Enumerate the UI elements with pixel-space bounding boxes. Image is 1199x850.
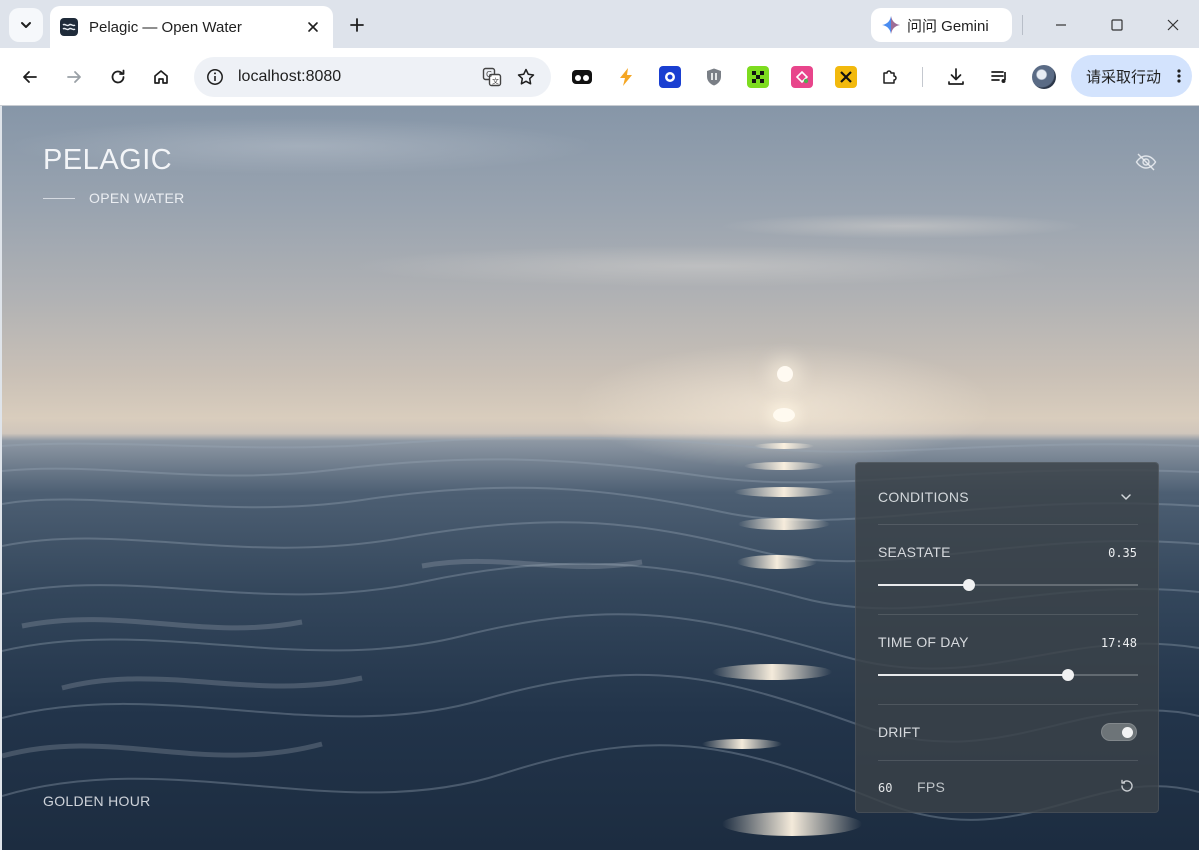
tab-strip: Pelagic — Open Water 问问 Gemini [0,0,1199,48]
fps-value: 60 [878,781,893,795]
media-queue-icon[interactable] [989,66,1011,88]
reset-icon[interactable] [1118,777,1136,795]
browser-toolbar: localhost:8080 G文 [0,48,1199,106]
collapse-chevron-icon[interactable] [1118,489,1134,505]
tampermonkey-icon[interactable] [571,66,593,88]
home-button[interactable] [145,61,177,93]
time-of-day-value: 17:48 [1100,636,1137,650]
plus-icon [350,18,364,32]
green-grid-icon[interactable] [747,66,769,88]
seastate-label: SEASTATE [878,544,951,560]
seastate-value: 0.35 [1108,546,1137,560]
tab-search-button[interactable] [9,8,43,42]
kebab-menu-icon[interactable] [1176,68,1182,84]
arrow-left-icon [23,71,37,83]
gemini-label: 问问 Gemini [907,17,989,35]
slider-thumb[interactable] [963,579,975,591]
app-subtitle: OPEN WATER [89,190,185,206]
panel-divider [878,760,1138,761]
bookmark-star-icon[interactable] [513,64,539,90]
take-action-label: 请采取行动 [1086,68,1162,86]
bolt-icon[interactable] [615,66,637,88]
minimize-button[interactable] [1046,10,1076,40]
toolbar-divider [922,67,923,87]
profile-avatar[interactable] [1032,65,1056,89]
seastate-slider[interactable] [878,578,1138,592]
pink-puzzle-icon[interactable] [791,66,813,88]
blue-shield-icon[interactable] [659,66,681,88]
time-of-day-slider[interactable] [878,668,1138,682]
tab-close-icon[interactable] [303,17,323,37]
back-button[interactable] [14,61,46,93]
arrow-right-icon [67,71,81,83]
panel-divider [878,614,1138,615]
drift-toggle[interactable] [1101,723,1137,741]
time-of-day-label: TIME OF DAY [878,634,969,650]
reload-button[interactable] [102,61,134,93]
panel-title: CONDITIONS [878,489,969,505]
wave-favicon-icon [60,18,78,36]
sun [777,366,793,382]
close-icon [1167,19,1179,31]
gemini-sparkle-icon [882,16,900,34]
address-bar[interactable]: localhost:8080 G文 [194,57,551,97]
close-window-button[interactable] [1158,10,1188,40]
reload-icon [111,69,125,84]
slider-fill [878,674,1068,676]
take-action-button[interactable]: 请采取行动 [1071,55,1192,97]
ocean-canvas[interactable]: PELAGIC OPEN WATER GOLDEN HOUR CONDITION… [2,106,1199,850]
app-title: PELAGIC [43,144,173,176]
extensions-puzzle-icon[interactable] [879,66,901,88]
site-info-icon[interactable] [206,68,224,86]
translate-icon[interactable]: G文 [479,64,505,90]
conditions-panel: CONDITIONS SEASTATE 0.35 TIME OF DAY 17:… [855,462,1159,813]
sun-reflection [773,408,795,422]
chevron-down-icon [21,22,31,28]
toggle-knob [1122,727,1133,738]
slider-thumb[interactable] [1061,669,1074,681]
drift-label: DRIFT [878,724,921,740]
slider-fill [878,584,969,586]
tab-divider [1022,15,1023,35]
download-icon[interactable] [945,66,967,88]
fps-label: FPS [917,779,946,795]
svg-text:文: 文 [492,77,499,86]
maximize-button[interactable] [1102,10,1132,40]
time-mode-label: GOLDEN HOUR [43,793,151,809]
app-subtitle-row: OPEN WATER [43,190,185,206]
home-icon [154,70,168,84]
eye-off-icon [1135,153,1157,171]
url-text: localhost:8080 [238,68,342,85]
panel-divider [878,704,1138,705]
maximize-icon [1111,19,1123,31]
tab-title: Pelagic — Open Water [89,18,242,36]
minimize-icon [1056,24,1066,26]
active-tab[interactable]: Pelagic — Open Water [50,6,333,48]
hide-ui-button[interactable] [1134,150,1158,174]
subtitle-rule [43,197,75,199]
forward-button[interactable] [58,61,90,93]
ublock-icon[interactable] [703,66,725,88]
panel-divider [878,524,1138,525]
new-tab-button[interactable] [343,11,371,39]
gemini-button[interactable]: 问问 Gemini [871,8,1012,42]
yellow-x-icon[interactable] [835,66,857,88]
